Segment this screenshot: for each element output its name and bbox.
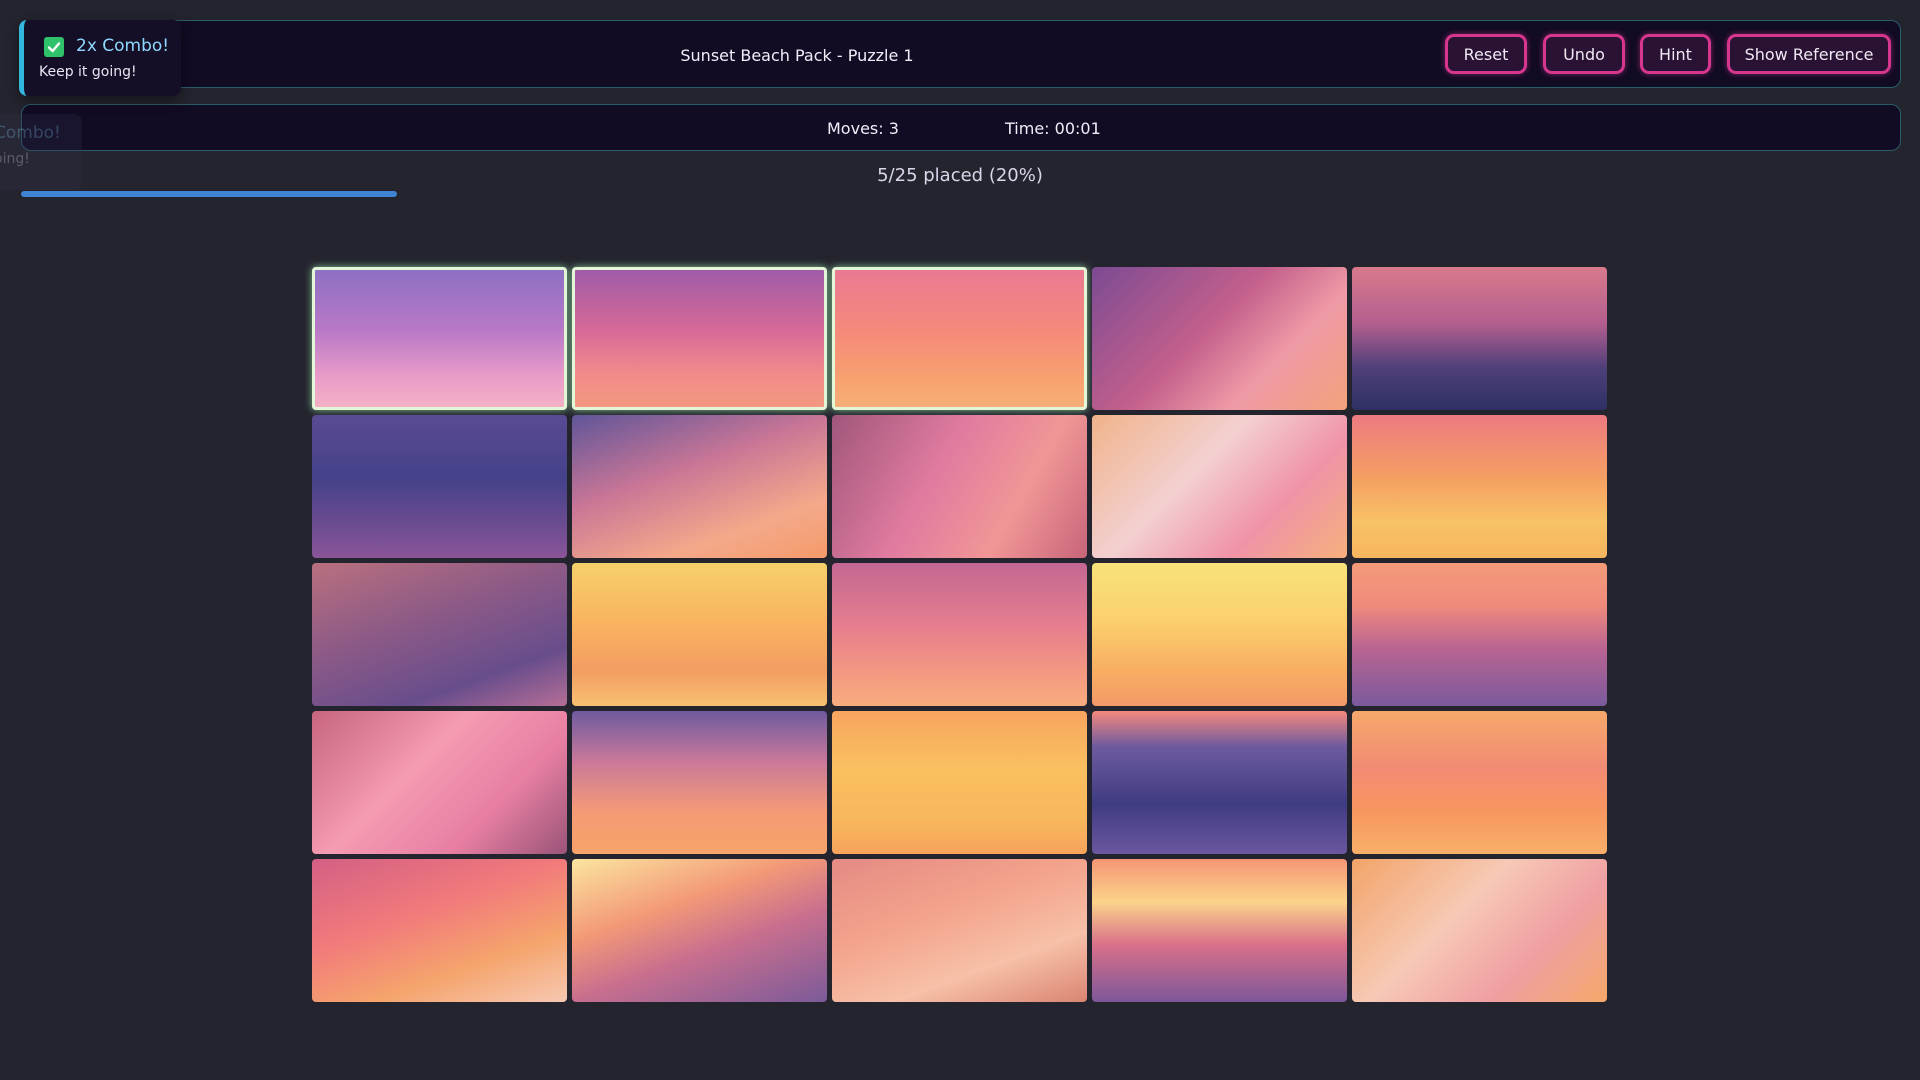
puzzle-tile[interactable] — [1352, 711, 1607, 854]
timer: Time: 00:01 — [1005, 119, 1101, 138]
puzzle-tile[interactable] — [1352, 415, 1607, 558]
puzzle-tile[interactable] — [1092, 267, 1347, 410]
puzzle-title: Sunset Beach Pack - Puzzle 1 — [680, 45, 914, 65]
puzzle-tile[interactable] — [832, 859, 1087, 1002]
puzzle-tile[interactable] — [1092, 415, 1347, 558]
top-bar: Sunset Beach Pack - Puzzle 1 Reset Undo … — [21, 20, 1901, 88]
puzzle-tile[interactable] — [832, 415, 1087, 558]
puzzle-tile[interactable] — [572, 563, 827, 706]
puzzle-tile[interactable] — [832, 267, 1087, 410]
puzzle-tile[interactable] — [1352, 859, 1607, 1002]
progress-bar — [21, 191, 1901, 197]
puzzle-tile[interactable] — [832, 711, 1087, 854]
puzzle-tile[interactable] — [572, 415, 827, 558]
puzzle-tile[interactable] — [312, 415, 567, 558]
puzzle-tile[interactable] — [1092, 563, 1347, 706]
fading-toast: Combo! oing! — [0, 114, 82, 190]
show-reference-button[interactable]: Show Reference — [1727, 34, 1891, 74]
moves-counter: Moves: 3 — [827, 119, 899, 138]
check-icon — [44, 37, 64, 57]
puzzle-tile[interactable] — [1092, 711, 1347, 854]
combo-toast-subtitle: Keep it going! — [39, 64, 137, 80]
progress-fill — [21, 191, 397, 197]
puzzle-tile[interactable] — [312, 563, 567, 706]
puzzle-tile[interactable] — [832, 563, 1087, 706]
puzzle-tile[interactable] — [312, 711, 567, 854]
puzzle-tile[interactable] — [312, 267, 567, 410]
fading-toast-subtitle: oing! — [0, 151, 30, 167]
reset-button[interactable]: Reset — [1445, 34, 1527, 74]
puzzle-tile[interactable] — [1352, 267, 1607, 410]
puzzle-tile[interactable] — [312, 859, 567, 1002]
progress-label: 5/25 placed (20%) — [877, 165, 1043, 186]
puzzle-tile[interactable] — [1352, 563, 1607, 706]
stats-bar: Moves: 3 Time: 00:01 — [21, 104, 1901, 151]
fading-toast-title: Combo! — [0, 123, 61, 143]
puzzle-tile[interactable] — [572, 711, 827, 854]
puzzle-tile[interactable] — [1092, 859, 1347, 1002]
puzzle-board — [312, 267, 1610, 1005]
hint-button[interactable]: Hint — [1640, 34, 1711, 74]
puzzle-tile[interactable] — [572, 267, 827, 410]
puzzle-tile[interactable] — [572, 859, 827, 1002]
combo-toast-title: 2x Combo! — [76, 36, 170, 56]
combo-toast: 2x Combo! Keep it going! — [19, 20, 181, 96]
undo-button[interactable]: Undo — [1543, 34, 1625, 74]
